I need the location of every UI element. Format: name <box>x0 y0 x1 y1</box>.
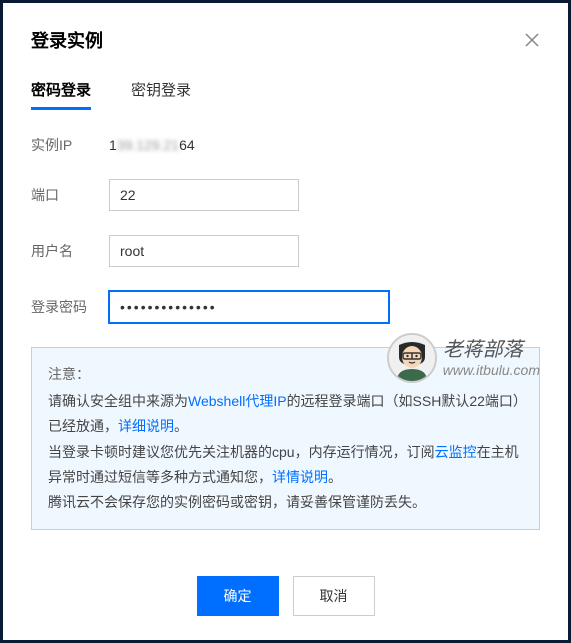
notice-line-3: 腾讯云不会保存您的实例密码或密钥，请妥善保管谨防丢失。 <box>48 490 523 515</box>
notice-line-1: 请确认安全组中来源为Webshell代理IP的远程登录端口（如SSH默认22端口… <box>48 389 523 439</box>
row-username: 用户名 <box>31 235 540 267</box>
label-port: 端口 <box>31 185 109 205</box>
tab-password-login[interactable]: 密码登录 <box>31 71 91 110</box>
form-body: 实例IP 139.129.2164 端口 用户名 登录密码 注意： 请确认安全组… <box>3 111 568 558</box>
password-input[interactable] <box>109 291 389 323</box>
label-instance-ip: 实例IP <box>31 135 109 155</box>
tabs: 密码登录 密钥登录 <box>3 71 568 111</box>
link-detail-1[interactable]: 详细说明 <box>118 418 174 434</box>
label-username: 用户名 <box>31 241 109 261</box>
tab-key-login[interactable]: 密钥登录 <box>131 71 191 110</box>
port-input[interactable] <box>109 179 299 211</box>
row-password: 登录密码 <box>31 291 540 323</box>
notice-line-2: 当登录卡顿时建议您优先关注机器的cpu，内存运行情况，订阅云监控在主机异常时通过… <box>48 440 523 490</box>
confirm-button[interactable]: 确定 <box>197 576 279 616</box>
row-instance-ip: 实例IP 139.129.2164 <box>31 135 540 155</box>
login-modal: 登录实例 密码登录 密钥登录 实例IP 139.129.2164 端口 用户名 … <box>3 3 568 640</box>
notice-title: 注意： <box>48 362 523 387</box>
close-icon[interactable] <box>524 32 540 48</box>
label-password: 登录密码 <box>31 297 109 317</box>
value-instance-ip: 139.129.2164 <box>109 137 195 153</box>
cancel-button[interactable]: 取消 <box>293 576 375 616</box>
username-input[interactable] <box>109 235 299 267</box>
link-cloud-monitor[interactable]: 云监控 <box>435 444 477 460</box>
notice-box: 注意： 请确认安全组中来源为Webshell代理IP的远程登录端口（如SSH默认… <box>31 347 540 530</box>
modal-footer: 确定 取消 <box>3 558 568 640</box>
row-port: 端口 <box>31 179 540 211</box>
modal-title: 登录实例 <box>31 27 103 53</box>
link-detail-2[interactable]: 详情说明 <box>272 469 328 485</box>
modal-header: 登录实例 <box>3 3 568 71</box>
link-webshell-proxy-ip[interactable]: Webshell代理IP <box>188 393 287 409</box>
